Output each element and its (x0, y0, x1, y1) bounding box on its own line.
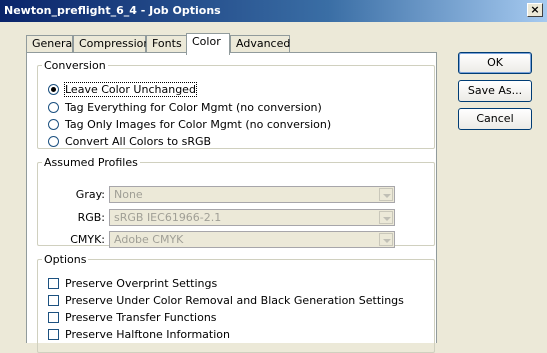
rgb-label: RGB: (77, 211, 105, 224)
title-bar: Newton_preflight_6_4 - Job Options × (0, 0, 547, 22)
checkbox-label: Preserve Under Color Removal and Black G… (65, 294, 404, 307)
checkbox-label: Preserve Transfer Functions (65, 311, 217, 324)
options-group: Options Preserve Overprint Settings Pres… (37, 253, 435, 353)
chevron-down-icon[interactable] (379, 211, 393, 224)
cmyk-label: CMYK: (70, 233, 105, 246)
cmyk-profile-select[interactable]: Adobe CMYK (109, 231, 395, 248)
tab-compression[interactable]: Compression (73, 35, 150, 53)
chevron-down-icon[interactable] (379, 188, 393, 201)
checkbox-label: Preserve Overprint Settings (65, 277, 218, 290)
conversion-legend: Conversion (44, 59, 106, 72)
assumed-profiles-group: Assumed Profiles Gray: None RGB: sRGB IE… (37, 156, 435, 248)
checkbox[interactable] (48, 329, 59, 340)
options-legend: Options (44, 253, 87, 266)
tab-advanced[interactable]: Advanced (230, 35, 290, 53)
gray-profile-select[interactable]: None (109, 186, 395, 203)
tab-general[interactable]: General (26, 35, 75, 53)
ok-button[interactable]: OK (458, 52, 532, 74)
rgb-profile-select[interactable]: sRGB IEC61966-2.1 (109, 209, 395, 226)
window-title: Newton_preflight_6_4 - Job Options (4, 4, 221, 17)
rgb-profile-value: sRGB IEC61966-2.1 (114, 211, 222, 224)
cancel-button[interactable]: Cancel (458, 108, 532, 130)
assumed-profiles-legend: Assumed Profiles (44, 156, 138, 169)
gray-profile-value: None (114, 188, 143, 201)
radio-button[interactable] (48, 136, 59, 147)
checkbox[interactable] (48, 278, 59, 289)
conversion-group: Conversion Leave Color Unchanged Tag Eve… (37, 59, 435, 149)
checkbox-label: Preserve Halftone Information (65, 328, 230, 341)
radio-label: Convert All Colors to sRGB (65, 135, 212, 148)
close-icon: × (530, 3, 540, 16)
cmyk-profile-value: Adobe CMYK (114, 233, 184, 246)
save-as-button[interactable]: Save As... (458, 80, 532, 102)
checkbox[interactable] (48, 312, 59, 323)
radio-label: Tag Only Images for Color Mgmt (no conve… (65, 118, 332, 131)
radio-button[interactable] (48, 119, 59, 130)
color-tab-panel: Conversion Leave Color Unchanged Tag Eve… (26, 52, 437, 353)
radio-button[interactable] (48, 84, 59, 95)
radio-label: Leave Color Unchanged (64, 82, 197, 97)
tab-color[interactable]: Color (186, 33, 230, 55)
gray-label: Gray: (75, 188, 105, 201)
chevron-down-icon[interactable] (379, 233, 393, 246)
checkbox[interactable] (48, 295, 59, 306)
radio-button[interactable] (48, 102, 59, 113)
close-button[interactable]: × (527, 3, 543, 17)
tab-fonts[interactable]: Fonts (146, 35, 188, 53)
radio-label: Tag Everything for Color Mgmt (no conver… (65, 101, 322, 114)
